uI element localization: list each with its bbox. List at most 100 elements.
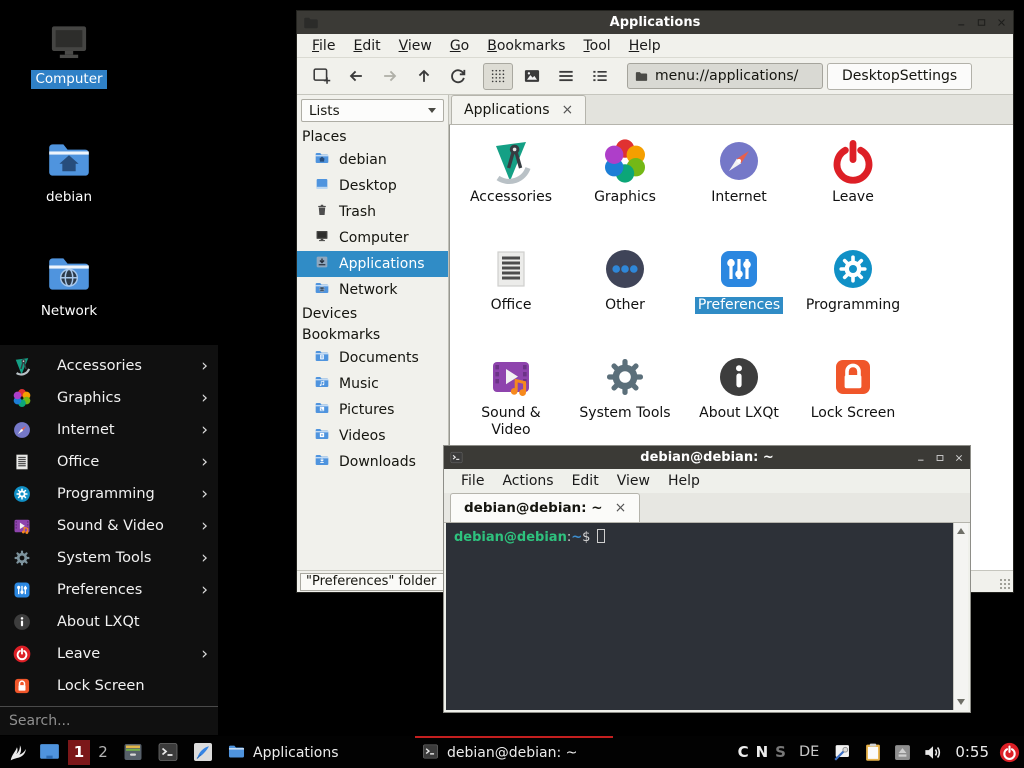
terminal-screen[interactable]: debian@debian:~$ [446, 523, 953, 710]
scroll-down-icon[interactable] [954, 696, 968, 708]
app-office[interactable]: Office [454, 243, 568, 351]
close-button[interactable] [996, 17, 1007, 28]
app-system-tools[interactable]: System Tools [568, 351, 682, 459]
start-menu-item-lock-screen[interactable]: Lock Screen [0, 670, 218, 702]
start-menu-item-graphics[interactable]: Graphics› [0, 382, 218, 414]
start-menu-item-about-lxqt[interactable]: About LXQt [0, 606, 218, 638]
start-menu-item-leave[interactable]: Leave› [0, 638, 218, 670]
app-internet[interactable]: Internet [682, 135, 796, 243]
forward-button[interactable] [375, 63, 405, 90]
submenu-arrow-icon: › [201, 390, 208, 407]
terminal-tab[interactable]: debian@debian: ~ × [450, 493, 640, 522]
menu-bookmarks[interactable]: Bookmarks [478, 34, 574, 58]
terminal-titlebar[interactable]: debian@debian: ~ [444, 446, 970, 469]
detailed-view-button[interactable] [585, 63, 615, 90]
app-programming[interactable]: Programming [796, 243, 910, 351]
maximize-button[interactable] [976, 17, 987, 28]
menu-edit[interactable]: Edit [344, 34, 389, 58]
sidebar-item-applications[interactable]: Applications [297, 251, 448, 277]
sidebar-item-trash[interactable]: Trash [297, 199, 448, 225]
tab-applications[interactable]: Applications × [451, 95, 586, 124]
minimize-button[interactable] [916, 453, 926, 463]
start-menu-item-preferences[interactable]: Preferences› [0, 574, 218, 606]
clipboard-tray-icon[interactable] [862, 741, 884, 763]
menu-file[interactable]: File [303, 34, 344, 58]
maximize-button[interactable] [935, 453, 945, 463]
menu-help[interactable]: Help [620, 34, 670, 58]
resize-grip[interactable] [999, 578, 1011, 590]
start-menu-item-sound-video[interactable]: Sound & Video› [0, 510, 218, 542]
volume-icon[interactable] [922, 741, 945, 764]
start-menu-item-programming[interactable]: Programming› [0, 478, 218, 510]
menu-go[interactable]: Go [441, 34, 478, 58]
app-accessories[interactable]: Accessories [454, 135, 568, 243]
taskbar-task-debian-debian[interactable]: debian@debian: ~ [415, 736, 613, 768]
start-menu-item-internet[interactable]: Internet› [0, 414, 218, 446]
start-menu-item-system-tools[interactable]: System Tools› [0, 542, 218, 574]
menu-view[interactable]: View [608, 469, 659, 493]
desktop-icon-network[interactable]: Network [21, 248, 117, 321]
sidebar-item-downloads[interactable]: Downloads [297, 449, 448, 475]
close-button[interactable] [954, 453, 964, 463]
desktop-icon-computer[interactable]: Computer [21, 16, 117, 89]
submenu-arrow-icon: › [201, 358, 208, 375]
folder-videos-icon [314, 426, 330, 446]
folder-network-icon [314, 280, 330, 300]
quicklaunch-terminal[interactable] [156, 740, 180, 764]
thumbnail-view-button[interactable] [517, 63, 547, 90]
sidebar-item-computer[interactable]: Computer [297, 225, 448, 251]
icon-view-button[interactable] [483, 63, 513, 90]
quicklaunch-file-manager[interactable] [121, 740, 145, 764]
tab-close-icon[interactable]: × [562, 103, 574, 117]
new-tab-button[interactable] [307, 63, 337, 90]
keyboard-layout[interactable]: DE [799, 744, 819, 760]
reload-button[interactable] [443, 63, 473, 90]
app-lock-screen[interactable]: Lock Screen [796, 351, 910, 459]
start-menu-item-office[interactable]: Office› [0, 446, 218, 478]
menu-file[interactable]: File [452, 469, 493, 493]
app-other[interactable]: Other [568, 243, 682, 351]
sidebar-item-documents[interactable]: Documents [297, 345, 448, 371]
power-button[interactable] [998, 741, 1021, 764]
sidebar-item-videos[interactable]: Videos [297, 423, 448, 449]
menu-actions[interactable]: Actions [493, 469, 562, 493]
menu-edit[interactable]: Edit [563, 469, 608, 493]
desktop-icon-debian[interactable]: debian [21, 134, 117, 207]
up-button[interactable] [409, 63, 439, 90]
menu-help[interactable]: Help [659, 469, 709, 493]
show-desktop-button[interactable] [37, 740, 62, 765]
address-bar[interactable]: menu://applications/ [627, 63, 823, 89]
removable-media-icon[interactable] [892, 742, 913, 763]
workspace-1[interactable]: 1 [68, 740, 90, 765]
start-menu-item-accessories[interactable]: Accessories› [0, 350, 218, 382]
menu-view[interactable]: View [390, 34, 441, 58]
sidebar-item-debian[interactable]: debian [297, 147, 448, 173]
fm-titlebar[interactable]: Applications [297, 11, 1013, 34]
desktop-settings-button[interactable]: DesktopSettings [827, 63, 972, 90]
screenshot-tray-icon[interactable] [832, 741, 854, 763]
sidebar-item-desktop[interactable]: Desktop [297, 173, 448, 199]
minimize-button[interactable] [956, 17, 967, 28]
workspace-2[interactable]: 2 [92, 740, 114, 765]
scroll-up-icon[interactable] [954, 525, 968, 537]
back-button[interactable] [341, 63, 371, 90]
sidebar-item-pictures[interactable]: Pictures [297, 397, 448, 423]
app-leave[interactable]: Leave [796, 135, 910, 243]
app-menu-button[interactable] [5, 740, 30, 765]
tab-close-icon[interactable]: × [615, 501, 627, 515]
sidebar-item-music[interactable]: Music [297, 371, 448, 397]
app-about-lxqt[interactable]: About LXQt [682, 351, 796, 459]
folder-icon [302, 14, 320, 32]
taskbar-task-applications[interactable]: Applications [221, 736, 415, 768]
menu-search-input[interactable]: Search... [0, 707, 218, 735]
scrollbar[interactable] [953, 523, 968, 710]
sidebar-view-mode-combo[interactable]: Lists [301, 99, 444, 122]
app-graphics[interactable]: Graphics [568, 135, 682, 243]
app-preferences[interactable]: Preferences [682, 243, 796, 351]
app-sound-video[interactable]: Sound &Video [454, 351, 568, 459]
quicklaunch-text-editor[interactable] [191, 740, 215, 764]
sidebar-item-network[interactable]: Network [297, 277, 448, 303]
menu-tool[interactable]: Tool [574, 34, 619, 58]
compact-view-button[interactable] [551, 63, 581, 90]
clock[interactable]: 0:55 [955, 743, 989, 761]
